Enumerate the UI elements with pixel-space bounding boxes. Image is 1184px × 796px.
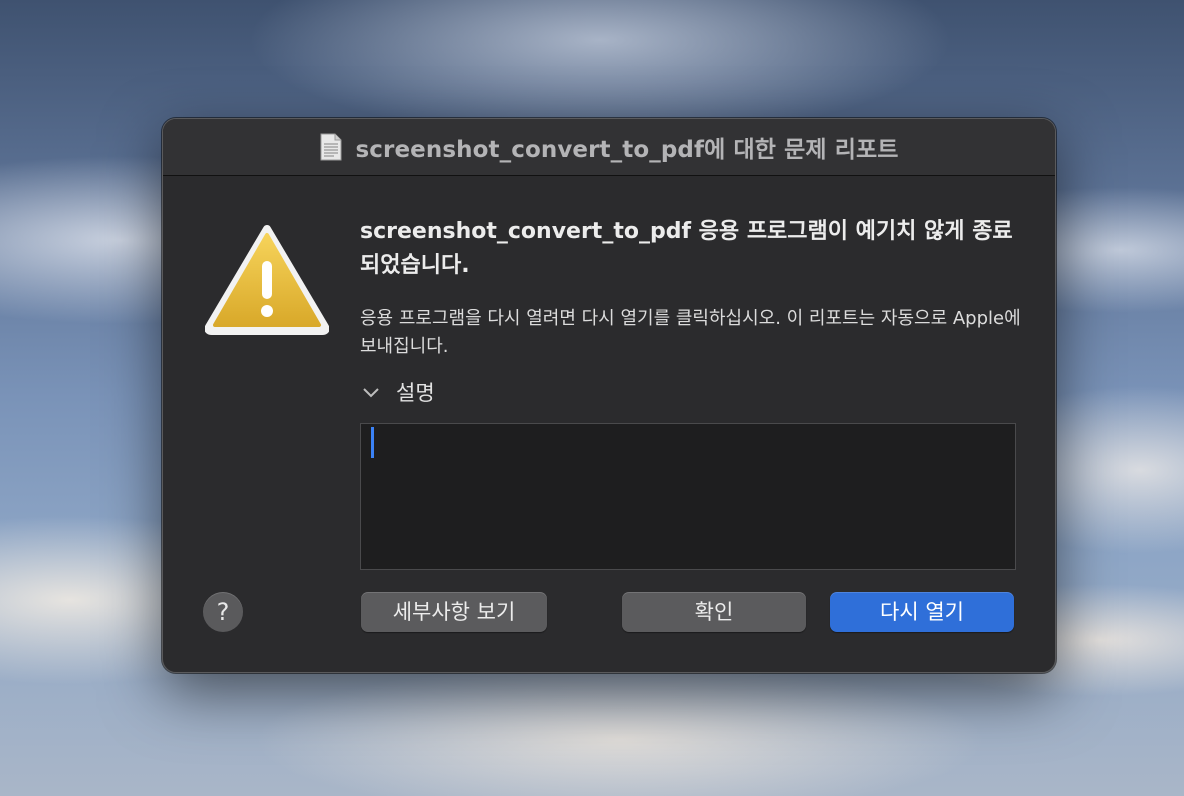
ok-button[interactable]: 확인 [622,592,806,632]
description-textarea[interactable] [360,423,1016,570]
description-disclosure[interactable]: 설명 [360,377,435,407]
window-title: screenshot_convert_to_pdf에 대한 문제 리포트 [355,137,899,163]
text-caret [371,427,374,458]
problem-report-dialog: screenshot_convert_to_pdf에 대한 문제 리포트 scr… [162,118,1056,673]
title-bar: screenshot_convert_to_pdf에 대한 문제 리포트 [163,119,1055,176]
show-details-button[interactable]: 세부사항 보기 [361,592,547,632]
help-button[interactable]: ? [203,592,243,632]
reopen-button[interactable]: 다시 열기 [830,592,1014,632]
description-label: 설명 [396,381,435,405]
alert-headline: screenshot_convert_to_pdf 응용 프로그램이 예기치 않… [360,219,1013,278]
warning-icon [205,225,329,335]
alert-message: 응용 프로그램을 다시 열려면 다시 열기를 클릭하십시오. 이 리포트는 자동… [360,308,1021,357]
chevron-down-icon [363,388,379,398]
document-icon [320,133,342,161]
